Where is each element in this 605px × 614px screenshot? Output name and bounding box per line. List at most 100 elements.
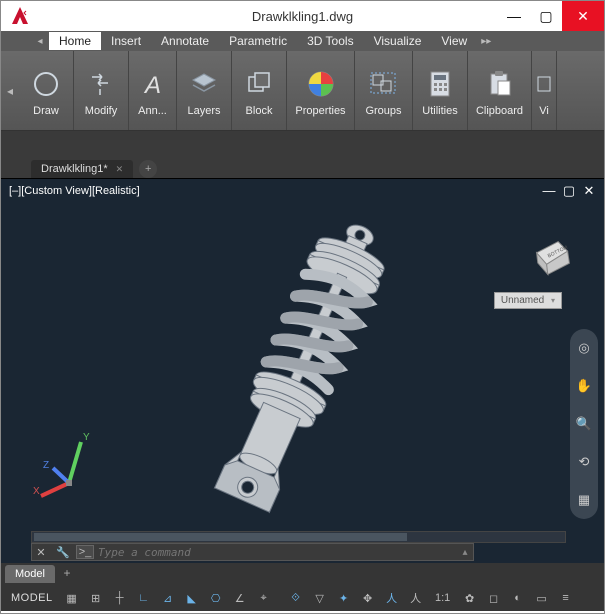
viewport-label[interactable]: [–][Custom View][Realistic]: [9, 185, 140, 197]
view-name-text: Unnamed: [501, 295, 544, 306]
app-logo[interactable]: [9, 5, 31, 27]
ortho-plus-icon[interactable]: ┼: [109, 588, 131, 608]
svg-text:Z: Z: [43, 460, 49, 471]
panel-utilities[interactable]: Utilities: [413, 51, 468, 130]
ucs-icon[interactable]: X Y Z: [31, 428, 111, 508]
ortho-icon[interactable]: ∟: [133, 588, 155, 608]
annoscale2-icon[interactable]: 人: [405, 588, 427, 608]
model-tab[interactable]: Model: [5, 565, 55, 583]
command-line[interactable]: ✕ 🔧 >_ ▴: [31, 543, 474, 561]
tab-parametric[interactable]: Parametric: [219, 32, 297, 50]
tab-home[interactable]: Home: [49, 32, 101, 50]
close-button[interactable]: ✕: [562, 1, 604, 31]
panel-label: Groups: [365, 105, 401, 117]
svg-text:Y: Y: [83, 432, 90, 443]
panel-label: Layers: [187, 105, 220, 117]
isolate-icon[interactable]: ◻: [483, 588, 505, 608]
panel-block[interactable]: Block: [232, 51, 287, 130]
command-input[interactable]: [98, 546, 453, 559]
navigation-bar[interactable]: ◎ ✋ 🔍 ⟲ ▦: [570, 329, 598, 519]
move-icon: [86, 67, 116, 101]
layers-icon: [188, 67, 220, 101]
horizontal-scrollbar[interactable]: [31, 531, 566, 543]
panel-clipboard[interactable]: Clipboard: [468, 51, 532, 130]
gizmo-icon[interactable]: ✦: [333, 588, 355, 608]
panel-label: Clipboard: [476, 105, 523, 117]
status-bar: MODEL ▦ ⊞ ┼ ∟ ⊿ ◣ ⎔ ∠ ⌖ ⟐ ▽ ✦ ✥ 人 人 1:1 …: [1, 585, 604, 611]
add-document-button[interactable]: +: [139, 160, 157, 178]
block-icon: [243, 67, 275, 101]
filter-icon[interactable]: ▽: [309, 588, 331, 608]
svg-text:A: A: [143, 72, 161, 99]
tab-insert[interactable]: Insert: [101, 32, 151, 50]
panel-label: Properties: [295, 105, 345, 117]
orbit-icon[interactable]: ⟲: [579, 454, 590, 470]
add-layout-button[interactable]: +: [59, 566, 75, 582]
panel-label: Utilities: [422, 105, 457, 117]
ribbon-scroll-left[interactable]: ◂: [31, 36, 49, 47]
panel-label: Block: [246, 105, 273, 117]
panel-annotate[interactable]: A Ann...: [129, 51, 177, 130]
panel-modify[interactable]: Modify: [74, 51, 129, 130]
viewport-maximize-icon[interactable]: ▢: [562, 183, 576, 199]
customization-icon[interactable]: ≡: [555, 588, 577, 608]
cleanscreen-icon[interactable]: ▭: [531, 588, 553, 608]
zoom-icon[interactable]: 🔍: [576, 416, 592, 432]
palette-icon: [306, 67, 336, 101]
otrack-icon[interactable]: ⌖: [253, 588, 275, 608]
more-icon: [536, 67, 552, 101]
maximize-button[interactable]: ▢: [530, 1, 562, 31]
status-model-label[interactable]: MODEL: [5, 592, 59, 604]
tab-3dtools[interactable]: 3D Tools: [297, 32, 363, 50]
grid2-icon[interactable]: ⊞: [85, 588, 107, 608]
annoscale-icon[interactable]: 人: [381, 588, 403, 608]
calc-icon: [427, 67, 453, 101]
scale-label[interactable]: 1:1: [429, 588, 457, 608]
ribbon-overflow[interactable]: ▸▸: [481, 36, 491, 47]
group-icon: [369, 67, 399, 101]
tab-view[interactable]: View: [431, 32, 477, 50]
panel-layers[interactable]: Layers: [177, 51, 232, 130]
grid-icon[interactable]: ▦: [61, 588, 83, 608]
angle-icon[interactable]: ∠: [229, 588, 251, 608]
hardware-icon[interactable]: ◐: [507, 588, 529, 608]
showmotion-icon[interactable]: ▦: [578, 492, 590, 508]
drawing-viewport[interactable]: [–][Custom View][Realistic] — ▢ ✕ BOTTOM…: [1, 178, 604, 563]
viewport-close-icon[interactable]: ✕: [582, 183, 596, 199]
isodraft-icon[interactable]: ◣: [181, 588, 203, 608]
command-history-icon[interactable]: ▴: [457, 547, 473, 558]
svg-text:X: X: [33, 486, 40, 497]
document-tab-label: Drawklkling1*: [41, 163, 108, 175]
chevron-down-icon: ▾: [551, 296, 555, 305]
document-tab[interactable]: Drawklkling1* ✕: [31, 160, 133, 178]
workspace-icon[interactable]: ✥: [357, 588, 379, 608]
text-icon: A: [138, 67, 168, 101]
panel-properties[interactable]: Properties: [287, 51, 355, 130]
view-name-badge[interactable]: Unnamed ▾: [494, 292, 562, 309]
panel-label: Ann...: [138, 105, 167, 117]
customize-cmdline-icon[interactable]: 🔧: [54, 546, 72, 559]
settings-gear-icon[interactable]: ✿: [459, 588, 481, 608]
tab-annotate[interactable]: Annotate: [151, 32, 219, 50]
panel-label: Modify: [85, 105, 117, 117]
panel-draw[interactable]: Draw: [19, 51, 74, 130]
viewcube[interactable]: BOTTOM: [529, 234, 569, 274]
dynamic-ucs-icon[interactable]: ⟐: [285, 588, 307, 608]
close-document-icon[interactable]: ✕: [116, 164, 124, 175]
close-cmdline-icon[interactable]: ✕: [32, 546, 50, 559]
ribbon-panel-prev[interactable]: ◂: [1, 51, 19, 130]
wheel-icon[interactable]: ◎: [578, 340, 589, 356]
polar-icon[interactable]: ⊿: [157, 588, 179, 608]
window-title: Drawklkling1.dwg: [252, 9, 353, 24]
panel-groups[interactable]: Groups: [355, 51, 413, 130]
paste-icon: [486, 67, 514, 101]
command-prompt-icon: >_: [76, 545, 94, 559]
panel-label: Vi: [539, 105, 549, 117]
panel-view-cut[interactable]: Vi: [532, 51, 557, 130]
viewport-minimize-icon[interactable]: —: [542, 183, 556, 199]
circle-icon: [31, 67, 61, 101]
minimize-button[interactable]: —: [498, 1, 530, 31]
tab-visualize[interactable]: Visualize: [364, 32, 432, 50]
osnap-icon[interactable]: ⎔: [205, 588, 227, 608]
pan-icon[interactable]: ✋: [576, 378, 592, 394]
